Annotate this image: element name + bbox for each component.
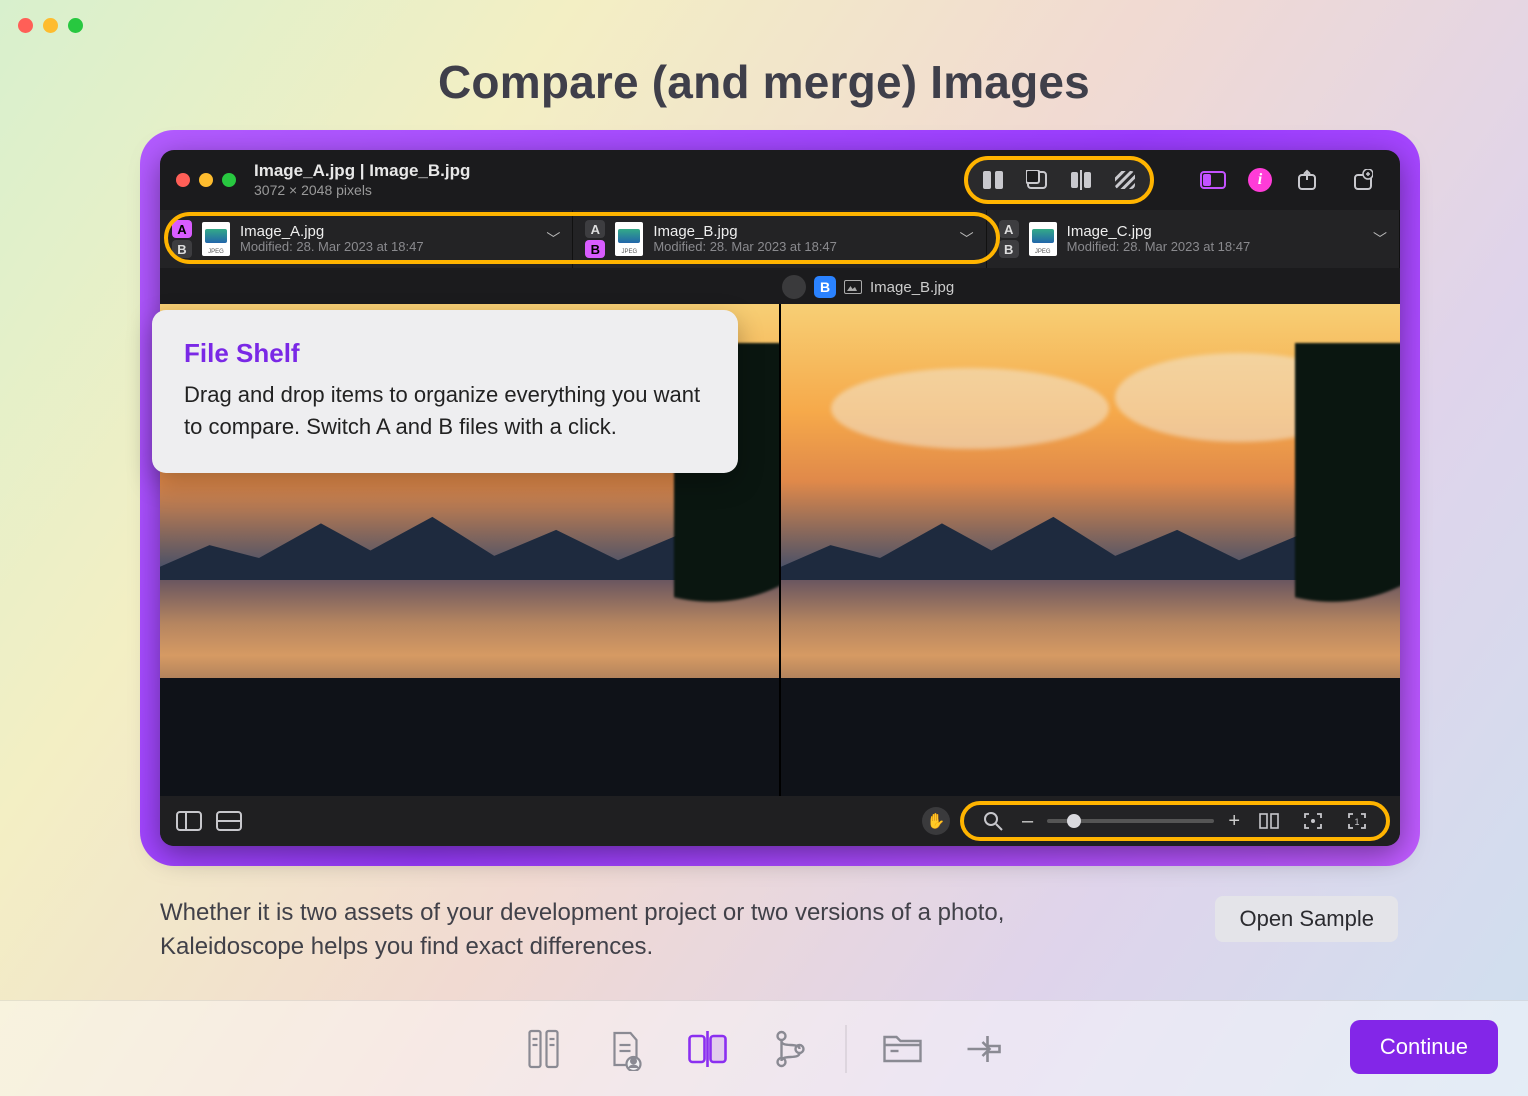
actual-size-icon[interactable]: 1 xyxy=(1342,808,1372,834)
bottom-nav-strip: Continue xyxy=(0,1000,1528,1096)
file-thumbnail-icon xyxy=(615,222,643,256)
magnifier-icon[interactable] xyxy=(978,808,1008,834)
zoom-out-button[interactable]: – xyxy=(1022,810,1033,833)
bottom-bar: ✋ – + 1 xyxy=(160,796,1400,846)
zoom-controls-highlight: – + 1 xyxy=(960,801,1390,841)
select-b-badge[interactable]: B xyxy=(999,240,1019,258)
continue-button[interactable]: Continue xyxy=(1350,1020,1498,1074)
shelf-item[interactable]: A B Image_C.jpg Modified: 28. Mar 2023 a… xyxy=(987,210,1400,268)
export-button[interactable] xyxy=(1286,163,1328,197)
nav-import-icon[interactable] xyxy=(959,1023,1011,1075)
feature-description: Whether it is two assets of your develop… xyxy=(160,896,1040,964)
swap-panes-icon[interactable] xyxy=(782,275,806,299)
callout-heading: File Shelf xyxy=(184,338,706,369)
select-b-badge[interactable]: B xyxy=(585,240,605,258)
side-b-badge: B xyxy=(814,276,836,298)
select-a-badge[interactable]: A xyxy=(999,220,1019,238)
file-thumbnail-icon xyxy=(1029,222,1057,256)
pan-hand-icon[interactable]: ✋ xyxy=(922,807,950,835)
shelf-file-modified: Modified: 28. Mar 2023 at 18:47 xyxy=(240,240,424,255)
shelf-file-name: Image_B.jpg xyxy=(653,223,837,240)
app-titlebar: Image_A.jpg | Image_B.jpg 3072 × 2048 pi… xyxy=(160,150,1400,210)
nav-text-diff-icon[interactable] xyxy=(518,1023,570,1075)
select-a-badge[interactable]: A xyxy=(172,220,192,238)
fit-both-icon[interactable] xyxy=(1254,808,1284,834)
fit-screen-icon[interactable] xyxy=(1298,808,1328,834)
fullscreen-window-icon[interactable] xyxy=(68,18,83,33)
open-sample-button[interactable]: Open Sample xyxy=(1215,896,1398,942)
select-b-badge[interactable]: B xyxy=(172,240,192,258)
one-up-view-button[interactable] xyxy=(1016,163,1058,197)
nav-divider xyxy=(846,1025,847,1073)
two-up-view-button[interactable] xyxy=(972,163,1014,197)
feature-panel: Image_A.jpg | Image_B.jpg 3072 × 2048 pi… xyxy=(140,130,1420,866)
zoom-slider[interactable] xyxy=(1047,819,1214,823)
file-shelf: A B Image_A.jpg Modified: 28. Mar 2023 a… xyxy=(160,210,1400,268)
app-window-title: Image_A.jpg | Image_B.jpg xyxy=(254,161,470,181)
info-button-icon[interactable]: i xyxy=(1248,168,1272,192)
shelf-file-name: Image_A.jpg xyxy=(240,223,424,240)
sidebar-toggle-icon[interactable] xyxy=(174,808,204,834)
app-traffic-lights xyxy=(176,173,236,187)
crumb-file-name: Image_B.jpg xyxy=(870,279,954,296)
nav-file-diff-icon[interactable] xyxy=(600,1023,652,1075)
svg-text:1: 1 xyxy=(1354,817,1359,827)
zoom-in-button[interactable]: + xyxy=(1228,810,1240,833)
nav-image-diff-icon[interactable] xyxy=(682,1023,734,1075)
nav-git-icon[interactable] xyxy=(764,1023,816,1075)
shelf-file-modified: Modified: 28. Mar 2023 at 18:47 xyxy=(653,240,837,255)
difference-view-button[interactable] xyxy=(1104,163,1146,197)
shelf-file-modified: Modified: 28. Mar 2023 at 18:47 xyxy=(1067,240,1251,255)
add-button[interactable] xyxy=(1342,163,1384,197)
minimize-window-icon[interactable] xyxy=(43,18,58,33)
window-traffic-lights xyxy=(18,18,83,33)
page-title: Compare (and merge) Images xyxy=(0,55,1528,109)
select-a-badge[interactable]: A xyxy=(585,220,605,238)
shelf-item[interactable]: A B Image_B.jpg Modified: 28. Mar 2023 a… xyxy=(573,210,986,268)
split-view-button[interactable] xyxy=(1060,163,1102,197)
chevron-down-icon[interactable]: ﹀ xyxy=(960,229,974,249)
app-window-subtitle: 3072 × 2048 pixels xyxy=(254,182,470,199)
app-close-icon[interactable] xyxy=(176,173,190,187)
callout-body: Drag and drop items to organize everythi… xyxy=(184,379,706,443)
image-icon xyxy=(844,280,862,294)
right-image-pane[interactable] xyxy=(779,304,1400,796)
app-window: Image_A.jpg | Image_B.jpg 3072 × 2048 pi… xyxy=(160,150,1400,846)
nav-folder-icon[interactable] xyxy=(877,1023,929,1075)
file-thumbnail-icon xyxy=(202,222,230,256)
layout-toggle-button[interactable] xyxy=(1192,163,1234,197)
shelf-item[interactable]: A B Image_A.jpg Modified: 28. Mar 2023 a… xyxy=(160,210,573,268)
shelf-file-name: Image_C.jpg xyxy=(1067,223,1251,240)
app-fullscreen-icon[interactable] xyxy=(222,173,236,187)
file-shelf-callout: File Shelf Drag and drop items to organi… xyxy=(152,310,738,473)
view-mode-group-highlight xyxy=(964,156,1154,204)
close-window-icon[interactable] xyxy=(18,18,33,33)
chevron-down-icon[interactable]: ﹀ xyxy=(546,229,560,249)
pane-breadcrumb: B Image_B.jpg xyxy=(782,275,954,299)
chevron-down-icon[interactable]: ﹀ xyxy=(1373,229,1387,249)
app-minimize-icon[interactable] xyxy=(199,173,213,187)
list-toggle-icon[interactable] xyxy=(214,808,244,834)
